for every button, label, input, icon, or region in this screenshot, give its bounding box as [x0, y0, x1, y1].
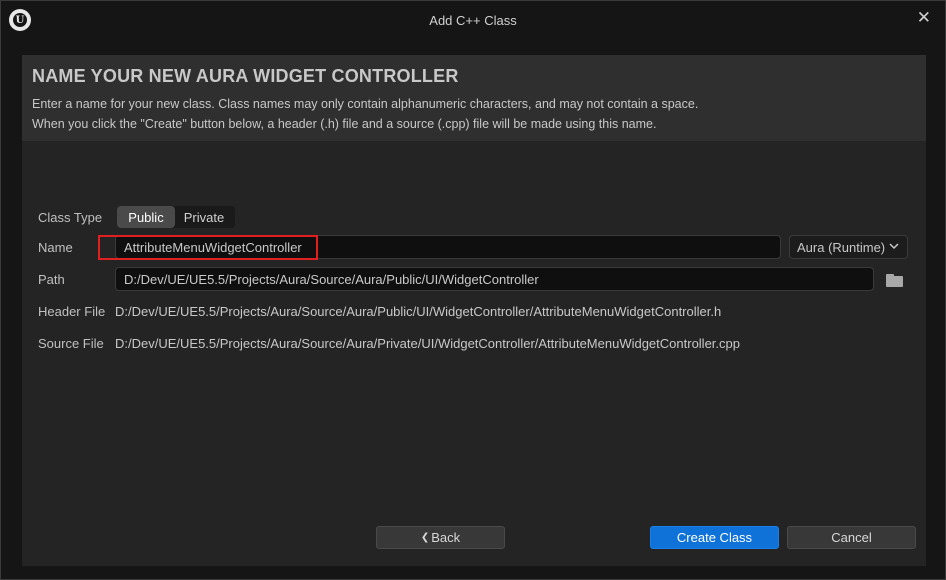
header-band: NAME YOUR NEW AURA WIDGET CONTROLLER Ent…	[22, 55, 926, 141]
chevron-left-icon: ❮	[420, 532, 430, 543]
title-bar: U Add C++ Class ✕	[1, 1, 945, 39]
path-label: Path	[38, 272, 65, 287]
source-file-value: D:/Dev/UE/UE5.5/Projects/Aura/Source/Aur…	[115, 336, 740, 351]
description-line-1: Enter a name for your new class. Class n…	[32, 97, 699, 111]
content-panel: NAME YOUR NEW AURA WIDGET CONTROLLER Ent…	[22, 55, 926, 566]
class-type-public-button[interactable]: Public	[117, 206, 175, 228]
description-line-2: When you click the "Create" button below…	[32, 117, 657, 131]
path-input[interactable]: D:/Dev/UE/UE5.5/Projects/Aura/Source/Aur…	[115, 267, 874, 291]
back-button-label: Back	[431, 530, 461, 545]
chevron-down-icon	[889, 239, 899, 256]
name-highlight-box	[98, 235, 318, 260]
class-type-private-button[interactable]: Private	[175, 206, 233, 228]
close-icon[interactable]: ✕	[917, 8, 931, 28]
header-file-value: D:/Dev/UE/UE5.5/Projects/Aura/Source/Aur…	[115, 304, 722, 319]
page-title: NAME YOUR NEW AURA WIDGET CONTROLLER	[32, 66, 459, 86]
create-class-button[interactable]: Create Class	[650, 526, 779, 549]
name-label: Name	[38, 240, 73, 255]
module-dropdown[interactable]: Aura (Runtime)	[789, 235, 908, 259]
path-value: D:/Dev/UE/UE5.5/Projects/Aura/Source/Aur…	[124, 271, 539, 287]
class-type-label: Class Type	[38, 210, 103, 225]
back-button[interactable]: ❮ Back	[376, 526, 505, 549]
window-title: Add C++ Class	[429, 13, 517, 28]
add-cpp-class-dialog: U Add C++ Class ✕ NAME YOUR NEW AURA WID…	[0, 0, 946, 580]
header-file-label: Header File	[38, 304, 106, 319]
cancel-button[interactable]: Cancel	[787, 526, 916, 549]
source-file-label: Source File	[38, 336, 104, 351]
module-value: Aura (Runtime)	[797, 239, 886, 255]
class-type-toggle: Public Private	[117, 206, 235, 228]
folder-icon[interactable]	[886, 274, 904, 287]
